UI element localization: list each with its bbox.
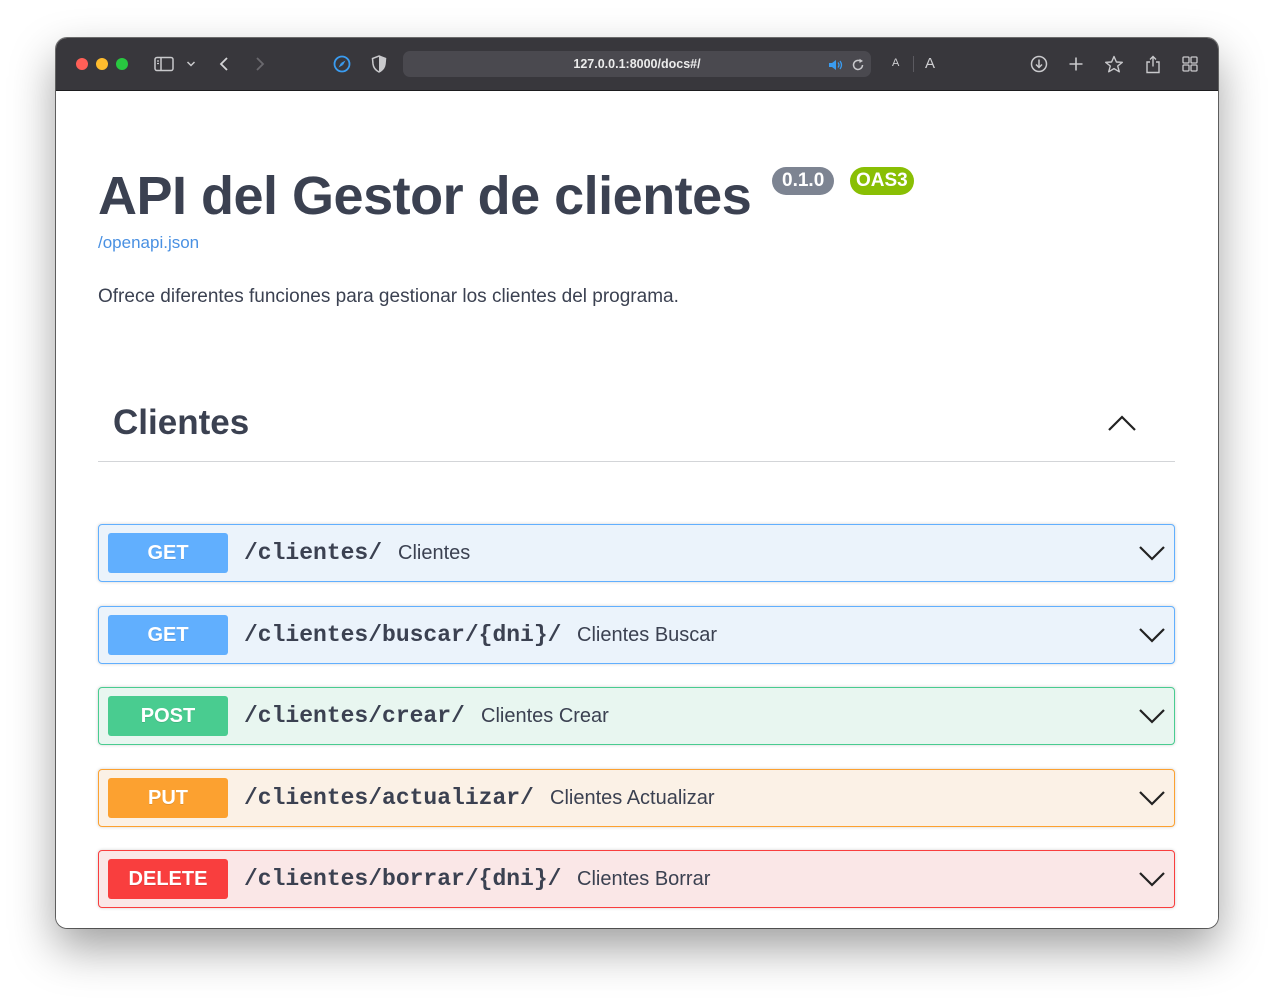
browser-toolbar: 127.0.0.1:8000/docs#/ A A: [56, 38, 1218, 91]
plus-icon[interactable]: [1066, 52, 1086, 76]
share-icon[interactable]: [1143, 52, 1163, 76]
method-badge[interactable]: POST: [108, 696, 228, 736]
forward-icon[interactable]: [252, 52, 268, 76]
chevron-up-icon[interactable]: [1107, 409, 1137, 439]
browser-window: 127.0.0.1:8000/docs#/ A A API del Gestor…: [56, 38, 1218, 928]
api-description: Ofrece diferentes funciones para gestion…: [98, 286, 679, 307]
operation-path[interactable]: /clientes/crear/: [244, 688, 465, 744]
speaker-icon[interactable]: [827, 53, 845, 77]
operation-summary[interactable]: Clientes Buscar: [577, 607, 717, 663]
tabs-grid-icon[interactable]: [1180, 52, 1200, 76]
tag-section-header[interactable]: Clientes: [98, 395, 1175, 462]
method-badge[interactable]: PUT: [108, 778, 228, 818]
version-badge: 0.1.0: [772, 167, 835, 195]
minimize-window-button[interactable]: [96, 58, 108, 70]
openapi-json-link[interactable]: /openapi.json: [98, 233, 199, 253]
operation-summary[interactable]: Clientes Borrar: [577, 851, 710, 907]
sidebar-icon[interactable]: [153, 52, 175, 76]
download-icon[interactable]: [1029, 52, 1049, 76]
operation-delete-clientes-borrar[interactable]: DELETE /clientes/borrar/{dni}/ Clientes …: [98, 850, 1175, 908]
operation-summary[interactable]: Clientes: [398, 525, 470, 581]
operation-path[interactable]: /clientes/: [244, 525, 382, 581]
operation-path[interactable]: /clientes/actualizar/: [244, 770, 534, 826]
chevron-down-icon[interactable]: [1138, 867, 1166, 891]
api-title: API del Gestor de clientes: [98, 166, 752, 226]
reload-icon[interactable]: [849, 53, 867, 77]
operation-path[interactable]: /clientes/borrar/{dni}/: [244, 851, 561, 907]
back-icon[interactable]: [216, 52, 232, 76]
oas-badge: OAS3: [850, 167, 914, 195]
zoom-window-button[interactable]: [116, 58, 128, 70]
toolbar-separator: [913, 56, 914, 72]
operation-summary[interactable]: Clientes Crear: [481, 688, 609, 744]
operation-summary[interactable]: Clientes Actualizar: [550, 770, 715, 826]
operation-get-clientes-buscar[interactable]: GET /clientes/buscar/{dni}/ Clientes Bus…: [98, 606, 1175, 664]
chevron-down-icon[interactable]: [1138, 623, 1166, 647]
compass-icon[interactable]: [332, 52, 352, 76]
tag-name[interactable]: Clientes: [113, 403, 249, 443]
operation-get-clientes[interactable]: GET /clientes/ Clientes: [98, 524, 1175, 582]
operation-put-clientes-actualizar[interactable]: PUT /clientes/actualizar/ Clientes Actua…: [98, 769, 1175, 827]
url-text[interactable]: 127.0.0.1:8000/docs#/: [403, 51, 871, 77]
close-window-button[interactable]: [76, 58, 88, 70]
method-badge[interactable]: GET: [108, 533, 228, 573]
chevron-down-icon[interactable]: [1138, 786, 1166, 810]
swagger-page: API del Gestor de clientes 0.1.0 OAS3 /o…: [56, 91, 1218, 928]
address-bar[interactable]: 127.0.0.1:8000/docs#/: [403, 51, 871, 77]
shield-icon[interactable]: [369, 52, 389, 76]
chevron-down-icon[interactable]: [185, 52, 197, 76]
chevron-down-icon[interactable]: [1138, 541, 1166, 565]
chevron-down-icon[interactable]: [1138, 704, 1166, 728]
increase-font-button[interactable]: A: [925, 55, 935, 72]
star-icon[interactable]: [1103, 52, 1125, 76]
method-badge[interactable]: GET: [108, 615, 228, 655]
method-badge[interactable]: DELETE: [108, 859, 228, 899]
decrease-font-button[interactable]: A: [892, 57, 899, 69]
operation-post-clientes-crear[interactable]: POST /clientes/crear/ Clientes Crear: [98, 687, 1175, 745]
operation-path[interactable]: /clientes/buscar/{dni}/: [244, 607, 561, 663]
